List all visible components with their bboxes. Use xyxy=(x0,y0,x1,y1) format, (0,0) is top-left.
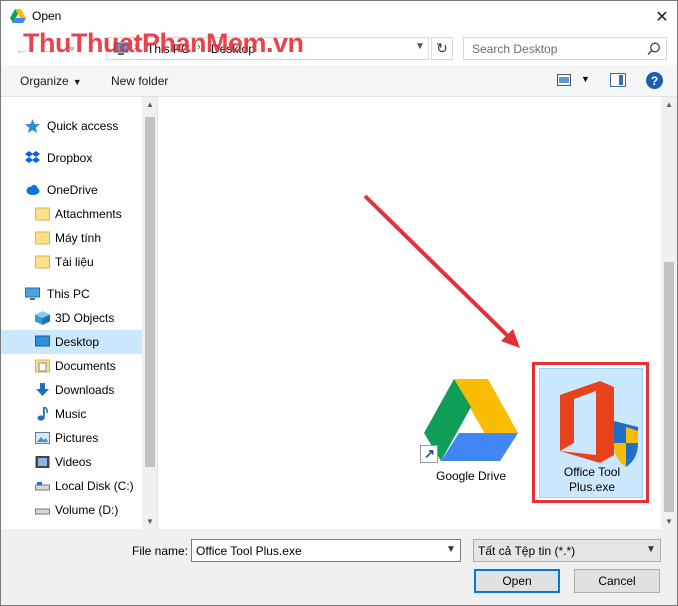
nav-item-documents[interactable]: Documents xyxy=(1,354,142,378)
desktop-icon xyxy=(35,335,50,347)
cube-icon xyxy=(35,311,50,325)
file-name-input[interactable]: Office Tool Plus.exe ▼ xyxy=(191,539,461,562)
nav-label: Local Disk (C:) xyxy=(55,479,134,493)
file-name-label: File name: xyxy=(132,544,189,558)
nav-item-this-pc[interactable]: This PC xyxy=(1,282,142,306)
nav-item-onedrive[interactable]: OneDrive xyxy=(1,178,142,202)
nav-item-may-tinh[interactable]: Máy tính xyxy=(1,226,142,250)
cancel-button[interactable]: Cancel xyxy=(574,569,660,593)
chevron-down-icon: ▼ xyxy=(646,544,656,555)
dropbox-icon xyxy=(25,151,40,163)
drive-icon xyxy=(35,508,50,515)
google-drive-app-icon xyxy=(10,9,26,23)
nav-label: Quick access xyxy=(47,119,119,133)
command-bar: Organize ▼ New folder ▼ ? xyxy=(1,65,677,97)
refresh-icon: ↻ xyxy=(436,40,448,56)
search-icon xyxy=(647,42,660,56)
organize-label: Organize xyxy=(20,74,69,88)
close-icon: ✕ xyxy=(655,8,669,26)
nav-label: Music xyxy=(55,407,87,421)
nav-item-local-disk-c[interactable]: Local Disk (C:) xyxy=(1,474,142,498)
file-type-value: Tất cả Tệp tin (*.*) xyxy=(478,544,576,558)
caret-down-icon: ▼ xyxy=(72,77,82,87)
file-label: Google Drive xyxy=(435,469,507,483)
organize-button[interactable]: Organize ▼ xyxy=(20,74,82,88)
pc-icon xyxy=(25,287,40,300)
close-button[interactable]: ✕ xyxy=(647,1,677,32)
nav-item-downloads[interactable]: Downloads xyxy=(1,378,142,402)
nav-item-tai-lieu[interactable]: Tài liệu xyxy=(1,250,142,274)
file-list: ↗ Google Drive Office Tool Plus.exe ▲ ▼ xyxy=(158,97,677,529)
drive-icon xyxy=(35,482,50,491)
nav-label: Máy tính xyxy=(55,231,102,245)
file-type-select[interactable]: Tất cả Tệp tin (*.*) ▼ xyxy=(473,539,661,562)
nav-label: Volume (D:) xyxy=(55,503,119,517)
scroll-down-icon[interactable]: ▼ xyxy=(665,517,673,526)
navigation-pane: Quick access Dropbox OneDrive Attachment… xyxy=(1,97,158,529)
nav-item-dropbox[interactable]: Dropbox xyxy=(1,146,142,170)
folder-icon xyxy=(35,207,50,221)
nav-item-videos[interactable]: Videos xyxy=(1,450,142,474)
music-icon xyxy=(37,407,48,421)
scroll-down-icon[interactable]: ▼ xyxy=(146,517,154,526)
open-dialog: Open ✕ ← → ▼ ↑ › This PC › Desktop ▼ ↻ S… xyxy=(0,0,678,606)
help-button[interactable]: ? xyxy=(646,72,663,89)
nav-label: Videos xyxy=(55,455,92,469)
cloud-icon xyxy=(26,184,40,195)
documents-icon xyxy=(35,359,50,373)
nav-label: Dropbox xyxy=(47,151,93,165)
watermark: ThuThuatPhanMem.vn xyxy=(23,28,304,58)
nav-scrollbar[interactable]: ▲ ▼ xyxy=(142,97,157,529)
help-icon: ? xyxy=(650,73,659,88)
nav-label: Desktop xyxy=(55,335,100,349)
folder-icon xyxy=(35,231,50,245)
nav-item-3d-objects[interactable]: 3D Objects xyxy=(1,306,142,330)
nav-label: Tài liệu xyxy=(55,255,94,269)
view-options-caret-icon[interactable]: ▼ xyxy=(581,74,590,84)
nav-label: Documents xyxy=(55,359,116,373)
chevron-down-icon[interactable]: ▼ xyxy=(415,41,425,52)
preview-pane-button[interactable] xyxy=(610,73,626,87)
chevron-down-icon[interactable]: ▼ xyxy=(446,544,456,555)
nav-item-desktop[interactable]: Desktop xyxy=(1,330,142,354)
videos-icon xyxy=(35,456,50,468)
open-button[interactable]: Open xyxy=(474,569,560,593)
refresh-button[interactable]: ↻ xyxy=(431,37,453,60)
file-google-drive[interactable]: ↗ Google Drive xyxy=(416,377,526,487)
window-title: Open xyxy=(32,9,62,23)
nav-scroll-thumb[interactable] xyxy=(145,117,155,467)
nav-item-attachments[interactable]: Attachments xyxy=(1,202,142,226)
scroll-up-icon[interactable]: ▲ xyxy=(665,100,673,109)
nav-item-pictures[interactable]: Pictures xyxy=(1,426,142,450)
folder-icon xyxy=(35,255,50,269)
nav-label: This PC xyxy=(47,287,90,301)
content-scrollbar[interactable]: ▲ ▼ xyxy=(661,97,677,529)
view-mode-icon[interactable] xyxy=(557,74,571,86)
nav-label: Downloads xyxy=(55,383,115,397)
nav-label: Attachments xyxy=(55,207,122,221)
google-drive-icon xyxy=(424,379,518,461)
file-name-value: Office Tool Plus.exe xyxy=(196,544,302,558)
dialog-footer: File name: Office Tool Plus.exe ▼ Tất cả… xyxy=(1,529,677,605)
preview-pane-icon xyxy=(619,75,623,85)
new-folder-button[interactable]: New folder xyxy=(111,74,168,88)
shortcut-arrow-icon: ↗ xyxy=(420,445,438,463)
nav-label: OneDrive xyxy=(47,183,98,197)
content-scroll-thumb[interactable] xyxy=(664,262,674,512)
pictures-icon xyxy=(35,432,50,444)
scroll-up-icon[interactable]: ▲ xyxy=(146,100,154,109)
nav-label: 3D Objects xyxy=(55,311,115,325)
search-placeholder: Search Desktop xyxy=(472,42,558,56)
nav-item-volume-d[interactable]: Volume (D:) xyxy=(1,498,142,522)
nav-item-quick-access[interactable]: Quick access xyxy=(1,114,142,138)
nav-item-music[interactable]: Music xyxy=(1,402,142,426)
download-icon xyxy=(36,383,49,396)
highlight-box xyxy=(532,362,649,503)
nav-label: Pictures xyxy=(55,431,99,445)
star-icon xyxy=(25,119,40,133)
search-input[interactable]: Search Desktop xyxy=(463,37,667,60)
